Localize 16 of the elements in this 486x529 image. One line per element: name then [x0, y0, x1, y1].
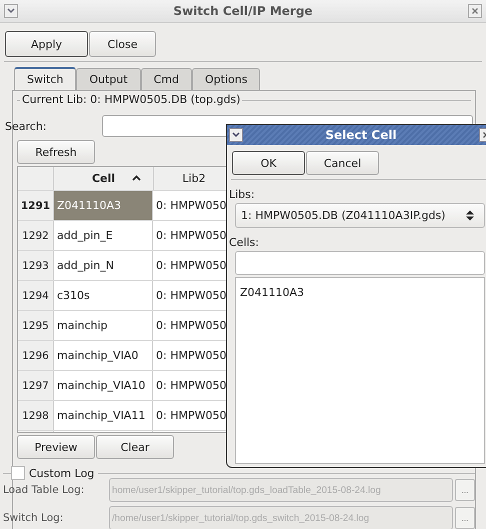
row-number: 1291 [18, 191, 54, 220]
field-label: Load Table Log: [3, 484, 86, 496]
row-number: 1297 [18, 371, 54, 400]
row-number: 1294 [18, 281, 54, 310]
window-title: Switch Cell/IP Merge [172, 4, 314, 18]
dialog-title: Select Cell [324, 128, 398, 142]
row-number: 1295 [18, 311, 54, 340]
row-number: 1292 [18, 221, 54, 250]
row-number: 1296 [18, 341, 54, 370]
field-label: Switch Log: [3, 512, 64, 524]
libs-label: Libs: [228, 187, 256, 203]
search-label: Search: [5, 120, 48, 132]
row-number: 1293 [18, 251, 54, 280]
cells-label: Cells: [228, 235, 260, 251]
group-title: Current Lib: 0: HMPW0505.DB (top.gds) [20, 93, 242, 106]
row-number: 1298 [18, 401, 54, 430]
